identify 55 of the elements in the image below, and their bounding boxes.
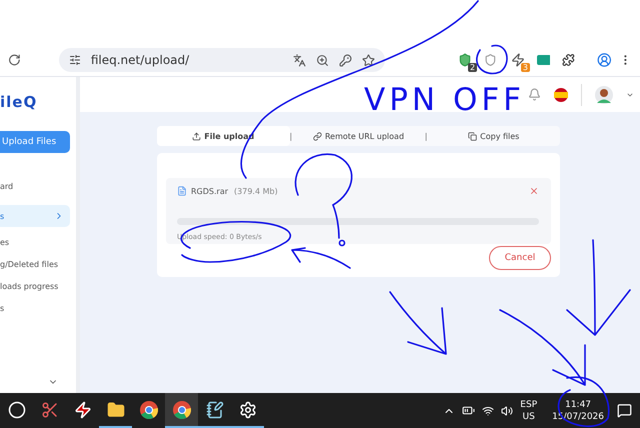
tab-separator: |	[424, 132, 428, 140]
url-text: fileq.net/upload/	[90, 53, 190, 67]
bookmark-star-icon[interactable]	[362, 54, 376, 66]
reload-icon[interactable]	[8, 53, 21, 67]
badge-count: 3	[520, 63, 530, 72]
link-icon	[312, 132, 322, 140]
chrome-icon[interactable]	[172, 400, 190, 418]
address-bar[interactable]: fileq.net/upload/	[58, 48, 386, 72]
key-icon[interactable]	[339, 54, 352, 66]
sidebar-item[interactable]: es	[0, 233, 70, 251]
upload-icon	[192, 132, 202, 140]
copy-icon	[468, 132, 478, 140]
bell-icon[interactable]	[528, 88, 541, 101]
translate-icon[interactable]	[293, 54, 306, 66]
profile-icon[interactable]	[596, 52, 612, 68]
sidebar-item[interactable]: g/Deleted files	[0, 255, 70, 273]
scissors-icon[interactable]	[40, 400, 58, 418]
file-name: RGDS.rar	[191, 186, 228, 196]
sidebar-item[interactable]: s	[0, 299, 70, 317]
file-icon	[177, 186, 187, 196]
volume-icon[interactable]	[501, 404, 514, 416]
file-size: (379.4 Mb)	[234, 186, 278, 196]
handwritten-note: VPN OFF	[364, 82, 526, 118]
folder-icon[interactable]	[106, 400, 124, 418]
taskbar-app[interactable]	[165, 393, 198, 428]
cancel-button[interactable]: Cancel	[489, 246, 551, 270]
sidebar-item[interactable]: ard	[0, 177, 70, 195]
sidebar-item[interactable]: s	[0, 205, 70, 227]
notepad-icon[interactable]	[206, 400, 224, 418]
avatar[interactable]	[595, 86, 613, 104]
tab-separator: |	[290, 132, 292, 140]
tab[interactable]: Copy files	[427, 126, 560, 146]
network-icon[interactable]	[482, 404, 494, 416]
screen-icon[interactable]	[536, 55, 550, 65]
lightning-icon[interactable]	[74, 400, 92, 418]
clock-time[interactable]: 11:47	[565, 398, 592, 410]
search-icon[interactable]	[8, 400, 26, 418]
notifications-icon[interactable]	[617, 403, 632, 418]
extensions-icon[interactable]	[562, 53, 575, 67]
battery-icon[interactable]	[462, 404, 476, 417]
zoom-icon[interactable]	[316, 54, 330, 66]
site-info-icon[interactable]	[68, 54, 81, 66]
flag-icon[interactable]	[554, 88, 568, 102]
shield-icon[interactable]	[458, 53, 472, 67]
close-icon[interactable]	[529, 186, 539, 196]
language-text[interactable]: ESP	[520, 398, 538, 410]
keyboard-layout-text[interactable]: US	[522, 410, 535, 422]
ink-arrow	[389, 291, 447, 355]
sidebar-item[interactable]: loads progress	[0, 277, 70, 295]
badge-count: 2	[468, 63, 478, 72]
site-logo[interactable]: ileQ	[0, 93, 76, 111]
ink-arrow	[291, 247, 351, 269]
tab[interactable]: Remote URL upload	[292, 126, 425, 146]
settings-icon[interactable]	[238, 400, 256, 418]
chrome-icon[interactable]	[140, 400, 158, 418]
